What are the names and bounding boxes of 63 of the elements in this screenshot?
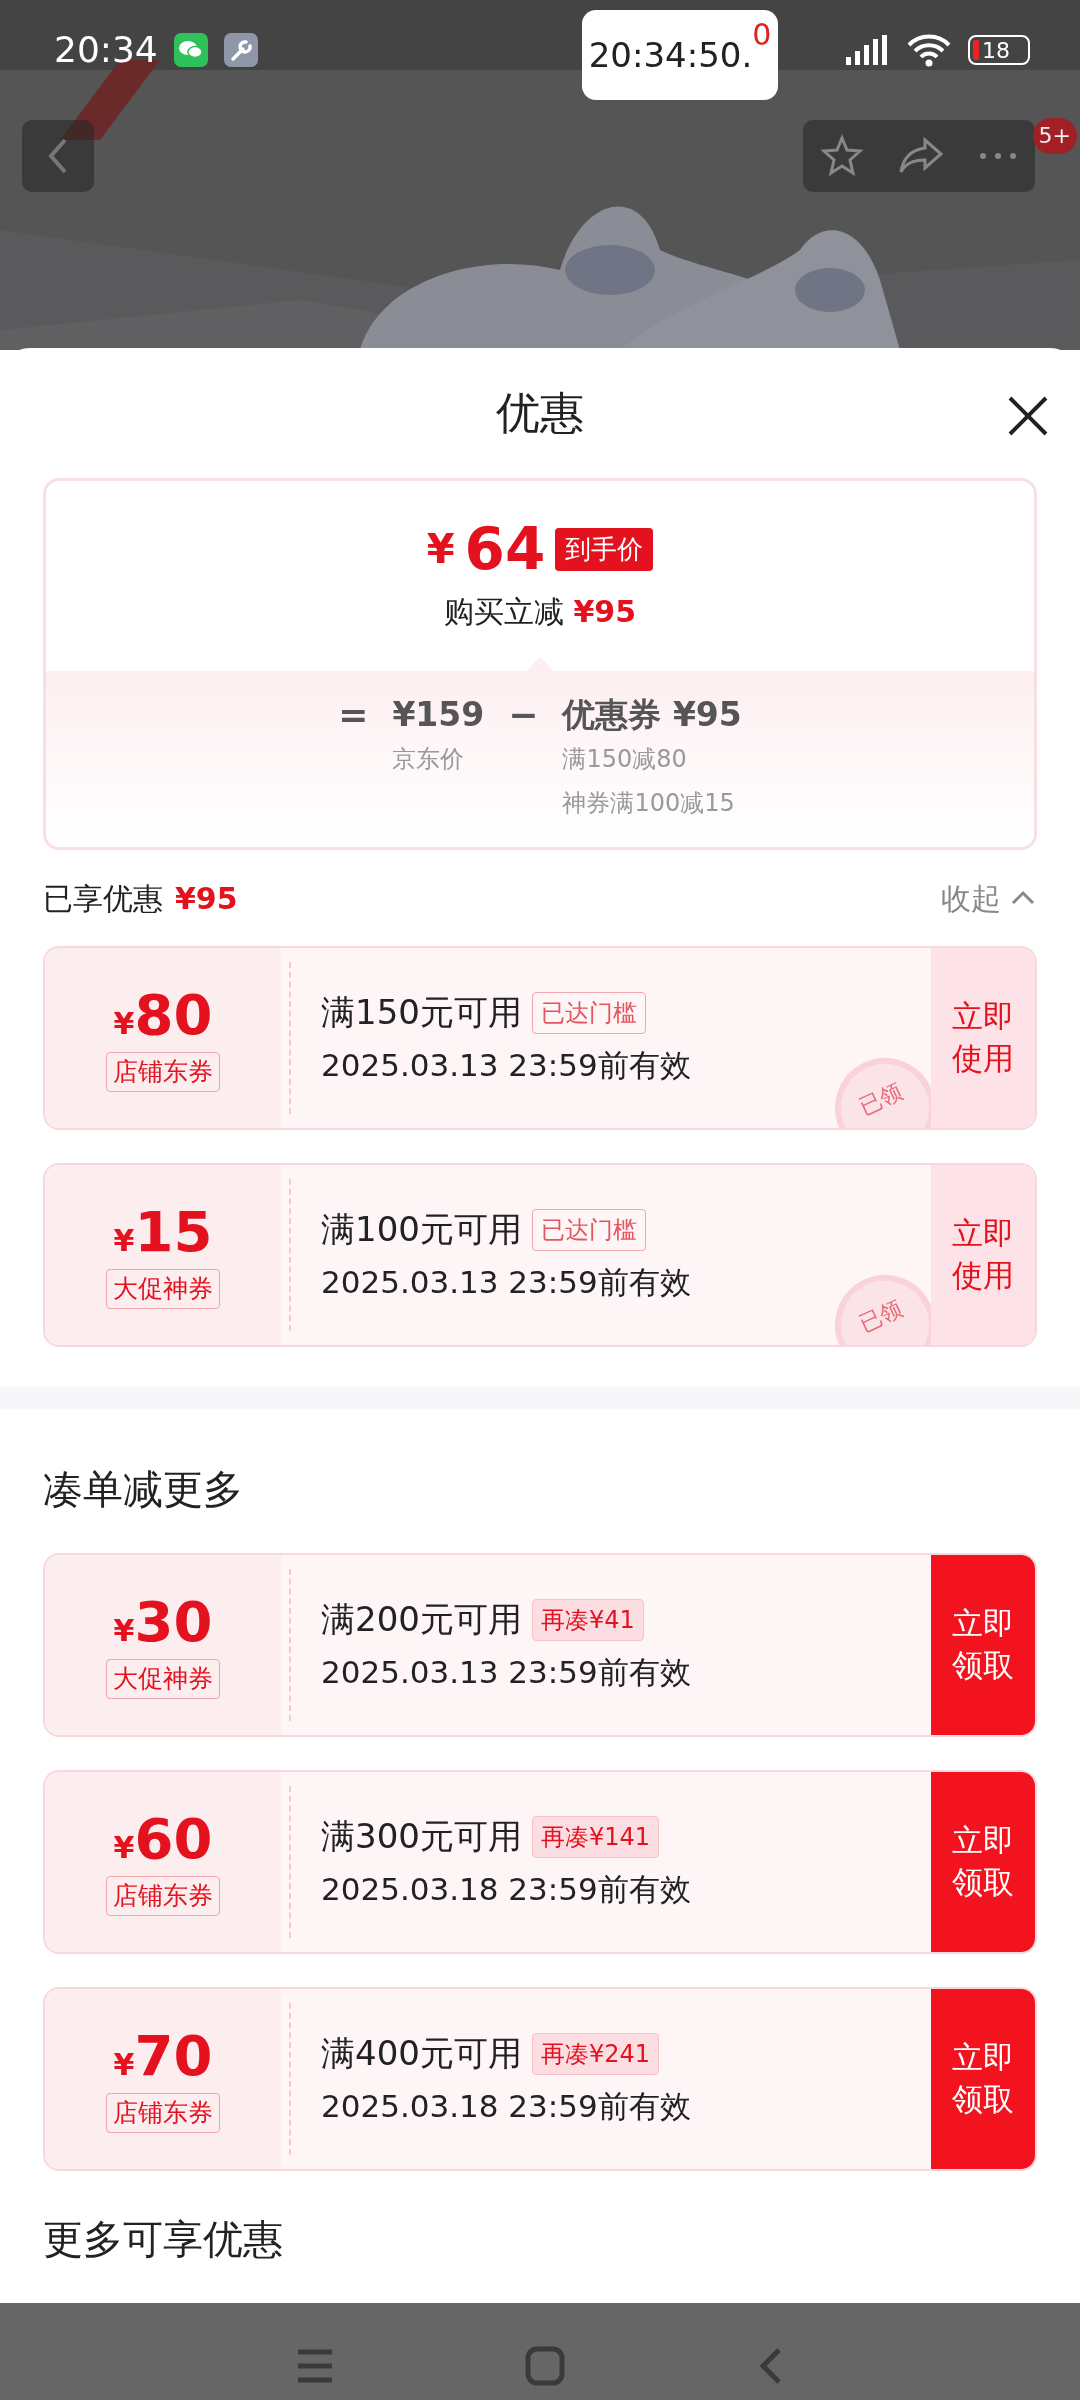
coupon-type: 大促神券 bbox=[106, 1659, 220, 1699]
coupon-type: 店铺东券 bbox=[106, 1876, 220, 1916]
status-time: 20:34 bbox=[54, 28, 158, 72]
equals-sign: = bbox=[338, 693, 369, 737]
currency-symbol: ¥ bbox=[113, 1222, 135, 1261]
collapse-toggle[interactable]: 收起 bbox=[941, 875, 1037, 921]
sheet-title: 优惠 bbox=[496, 386, 584, 440]
menu-icon[interactable] bbox=[295, 2347, 335, 2384]
coupon-action-button[interactable]: 立即使用 bbox=[931, 948, 1035, 1128]
currency-symbol: ¥ bbox=[113, 1830, 135, 1868]
clock-digit: 0 bbox=[752, 16, 772, 54]
threshold-tag: 再凑¥41 bbox=[531, 1598, 644, 1641]
price-tag: 到手价 bbox=[555, 527, 654, 571]
coupon-validity: 2025.03.13 23:59前有效 bbox=[321, 1653, 691, 1693]
coupon-action-button[interactable]: 立即使用 bbox=[931, 1165, 1035, 1345]
coupon-condition: 满100元可用 bbox=[321, 1208, 522, 1252]
currency-symbol: ¥ bbox=[113, 2047, 135, 2085]
coupon-type: 大促神券 bbox=[106, 1269, 220, 1309]
coupon-amount: 30 bbox=[134, 1591, 213, 1653]
coupon-validity: 2025.03.18 23:59前有效 bbox=[321, 2087, 691, 2127]
coupon-action-button[interactable]: 立即领取 bbox=[931, 1772, 1035, 1952]
coupon-action-button[interactable]: 立即领取 bbox=[931, 1555, 1035, 1735]
coupon-type: 店铺东券 bbox=[106, 1052, 220, 1092]
coupon-detail: 满150减80 bbox=[562, 744, 688, 775]
coupon-condition: 满200元可用 bbox=[321, 1598, 522, 1642]
chat-app-icon bbox=[173, 33, 208, 67]
coupon-validity: 2025.03.13 23:59前有效 bbox=[321, 1263, 691, 1303]
coupon-detail: 神券满100减15 bbox=[562, 788, 736, 819]
threshold-tag: 已达门槛 bbox=[531, 991, 646, 1034]
coupon-validity: 2025.03.13 23:59前有效 bbox=[321, 1046, 691, 1086]
coupon-total: 优惠券 ¥95 bbox=[562, 694, 742, 736]
coupon-action-button[interactable]: 立即领取 bbox=[931, 1989, 1035, 2169]
coupon-amount: 80 bbox=[134, 984, 213, 1046]
star-icon[interactable] bbox=[819, 134, 864, 178]
coupon-condition: 满150元可用 bbox=[321, 991, 522, 1035]
currency-symbol: ¥ bbox=[426, 525, 455, 574]
home-icon[interactable] bbox=[525, 2345, 565, 2386]
section-title: 更多可享优惠 bbox=[43, 2215, 284, 2264]
coupon-condition: 满400元可用 bbox=[321, 2032, 522, 2076]
discount-text: 购买立减 ¥95 bbox=[443, 593, 637, 631]
coupon-type: 店铺东券 bbox=[106, 2093, 220, 2133]
more-icon[interactable] bbox=[978, 151, 1019, 161]
currency-symbol: ¥ bbox=[113, 1613, 135, 1651]
back-button[interactable] bbox=[22, 120, 94, 192]
enjoyed-discount: 已享优惠 ¥95 bbox=[43, 879, 238, 918]
coupon-amount: 70 bbox=[134, 2025, 213, 2087]
wifi-icon bbox=[906, 33, 952, 67]
coupon-amount: 15 bbox=[134, 1201, 213, 1263]
battery-level: 18 bbox=[982, 36, 1010, 65]
original-price: ¥159 bbox=[392, 694, 485, 736]
threshold-tag: 已达门槛 bbox=[531, 1208, 646, 1251]
minus-sign: − bbox=[508, 693, 539, 737]
wrench-icon bbox=[223, 33, 258, 67]
clock-time: 20:34:50. bbox=[588, 33, 753, 77]
threshold-tag: 再凑¥141 bbox=[531, 1815, 659, 1858]
currency-symbol: ¥ bbox=[113, 1006, 135, 1044]
coupon-amount: 60 bbox=[134, 1808, 213, 1870]
threshold-tag: 再凑¥241 bbox=[531, 2032, 659, 2075]
original-price-label: 京东价 bbox=[392, 744, 466, 775]
section-title: 凑单减更多 bbox=[43, 1465, 244, 1514]
coupon-validity: 2025.03.18 23:59前有效 bbox=[321, 1870, 691, 1910]
coupon-condition: 满300元可用 bbox=[321, 1815, 522, 1859]
final-price: 64 bbox=[464, 520, 546, 578]
